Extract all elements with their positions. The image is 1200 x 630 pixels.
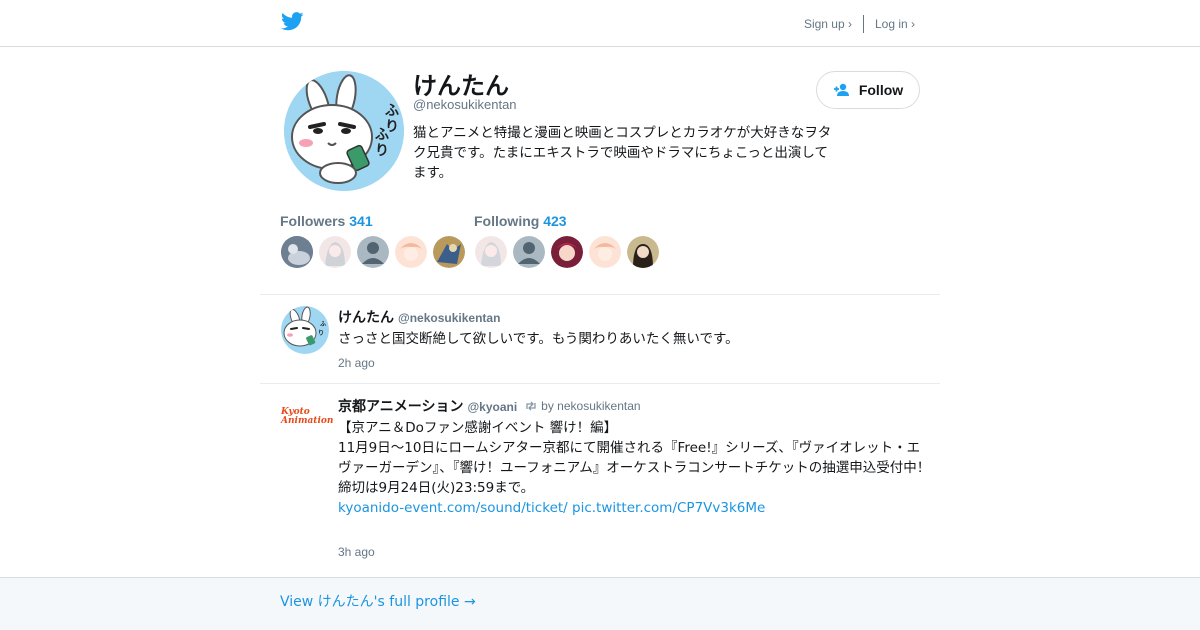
login-link[interactable]: Log in ›	[875, 17, 915, 31]
rabbit-avatar-image: ふ り	[281, 306, 329, 354]
svg-text:り: り	[375, 143, 389, 159]
svg-text:ふ: ふ	[320, 321, 326, 328]
retweet-indicator: by nekosukikentan	[525, 399, 641, 413]
auth-links: Sign up › Log in ›	[804, 15, 915, 33]
following-count: 423	[543, 213, 567, 229]
follower-avatar[interactable]	[319, 236, 351, 268]
tweet-author-name[interactable]: けんたん	[338, 307, 394, 327]
view-full-profile-link[interactable]: View けんたん's full profile →	[280, 591, 476, 611]
tweet-link[interactable]: kyoanido-event.com/sound/ticket/	[338, 500, 568, 516]
svg-text:ふ: ふ	[375, 127, 389, 143]
kyoani-logo[interactable]: Kyoto Animation	[281, 408, 333, 432]
top-bar: Sign up › Log in ›	[0, 0, 1200, 47]
profile-bio: 猫とアニメと特撮と漫画と映画とコスプレとカラオケが大好きなヲタク兄貴です。たまに…	[413, 125, 832, 181]
divider	[260, 294, 940, 295]
tweet-header: けんたん @nekosukikentan	[338, 307, 500, 327]
profile-handle: @nekosukikentan	[413, 97, 517, 112]
retweeted-by[interactable]: by nekosukikentan	[541, 399, 640, 413]
add-user-icon	[833, 83, 849, 96]
following-avatar[interactable]	[589, 236, 621, 268]
tweet-timestamp[interactable]: 3h ago	[338, 545, 375, 559]
following-avatar[interactable]	[475, 236, 507, 268]
tweet-avatar[interactable]: ふ り	[281, 306, 329, 354]
retweet-icon	[526, 401, 536, 411]
profile-avatar[interactable]: ふ り ふ り	[284, 71, 404, 191]
tweet-line: 締切は9月24日(火)23:59まで。	[338, 480, 535, 496]
tweet-author-handle[interactable]: @nekosukikentan	[398, 311, 500, 325]
tweet-author-handle[interactable]: @kyoani	[467, 400, 517, 414]
tweet-line: 【京アニ＆Doファン感謝イベント 響け！編】	[338, 420, 618, 436]
followers-stat[interactable]: Followers 341	[280, 213, 373, 229]
twitter-bird-icon[interactable]	[281, 12, 304, 31]
rabbit-avatar-image: ふ り ふ り	[284, 71, 404, 191]
following-label: Following	[474, 213, 540, 229]
tweet-timestamp[interactable]: 2h ago	[338, 356, 375, 370]
following-facepile	[475, 236, 665, 268]
follower-avatar[interactable]	[281, 236, 313, 268]
follow-label: Follow	[858, 82, 904, 98]
footer: View けんたん's full profile →	[0, 577, 1200, 630]
followers-label: Followers	[280, 213, 346, 229]
profile-name: けんたん	[413, 72, 509, 100]
follower-avatar[interactable]	[357, 236, 389, 268]
tweet-author-name[interactable]: 京都アニメーション	[338, 396, 463, 416]
tweet-links: kyoanido-event.com/sound/ticket/ pic.twi…	[338, 498, 933, 518]
tweet-text: 【京アニ＆Doファン感謝イベント 響け！編】 11月9日～10日にロームシアター…	[338, 418, 933, 518]
following-avatar[interactable]	[627, 236, 659, 268]
svg-text:り: り	[318, 330, 324, 337]
follow-button[interactable]: Follow	[816, 71, 920, 109]
svg-text:ふ: ふ	[385, 103, 399, 119]
divider	[260, 383, 940, 384]
followers-facepile	[281, 236, 471, 268]
follower-avatar[interactable]	[433, 236, 465, 268]
tweet-media-link[interactable]: pic.twitter.com/CP7Vv3k6Me	[572, 500, 765, 516]
followers-count: 341	[349, 213, 373, 229]
follower-avatar[interactable]	[395, 236, 427, 268]
signup-link[interactable]: Sign up ›	[804, 17, 852, 31]
separator	[862, 15, 864, 33]
tweet-line: 11月9日～10日にロームシアター京都にて開催される『Free!』シリーズ、『ヴ…	[338, 440, 931, 476]
tweet-header: 京都アニメーション @kyoani by nekosukikentan	[338, 396, 641, 416]
tweet-text: さっさと国交断絶して欲しいです。もう関わりあいたく無いです。	[338, 331, 739, 347]
following-avatar[interactable]	[513, 236, 545, 268]
following-avatar[interactable]	[551, 236, 583, 268]
following-stat[interactable]: Following 423	[474, 213, 567, 229]
